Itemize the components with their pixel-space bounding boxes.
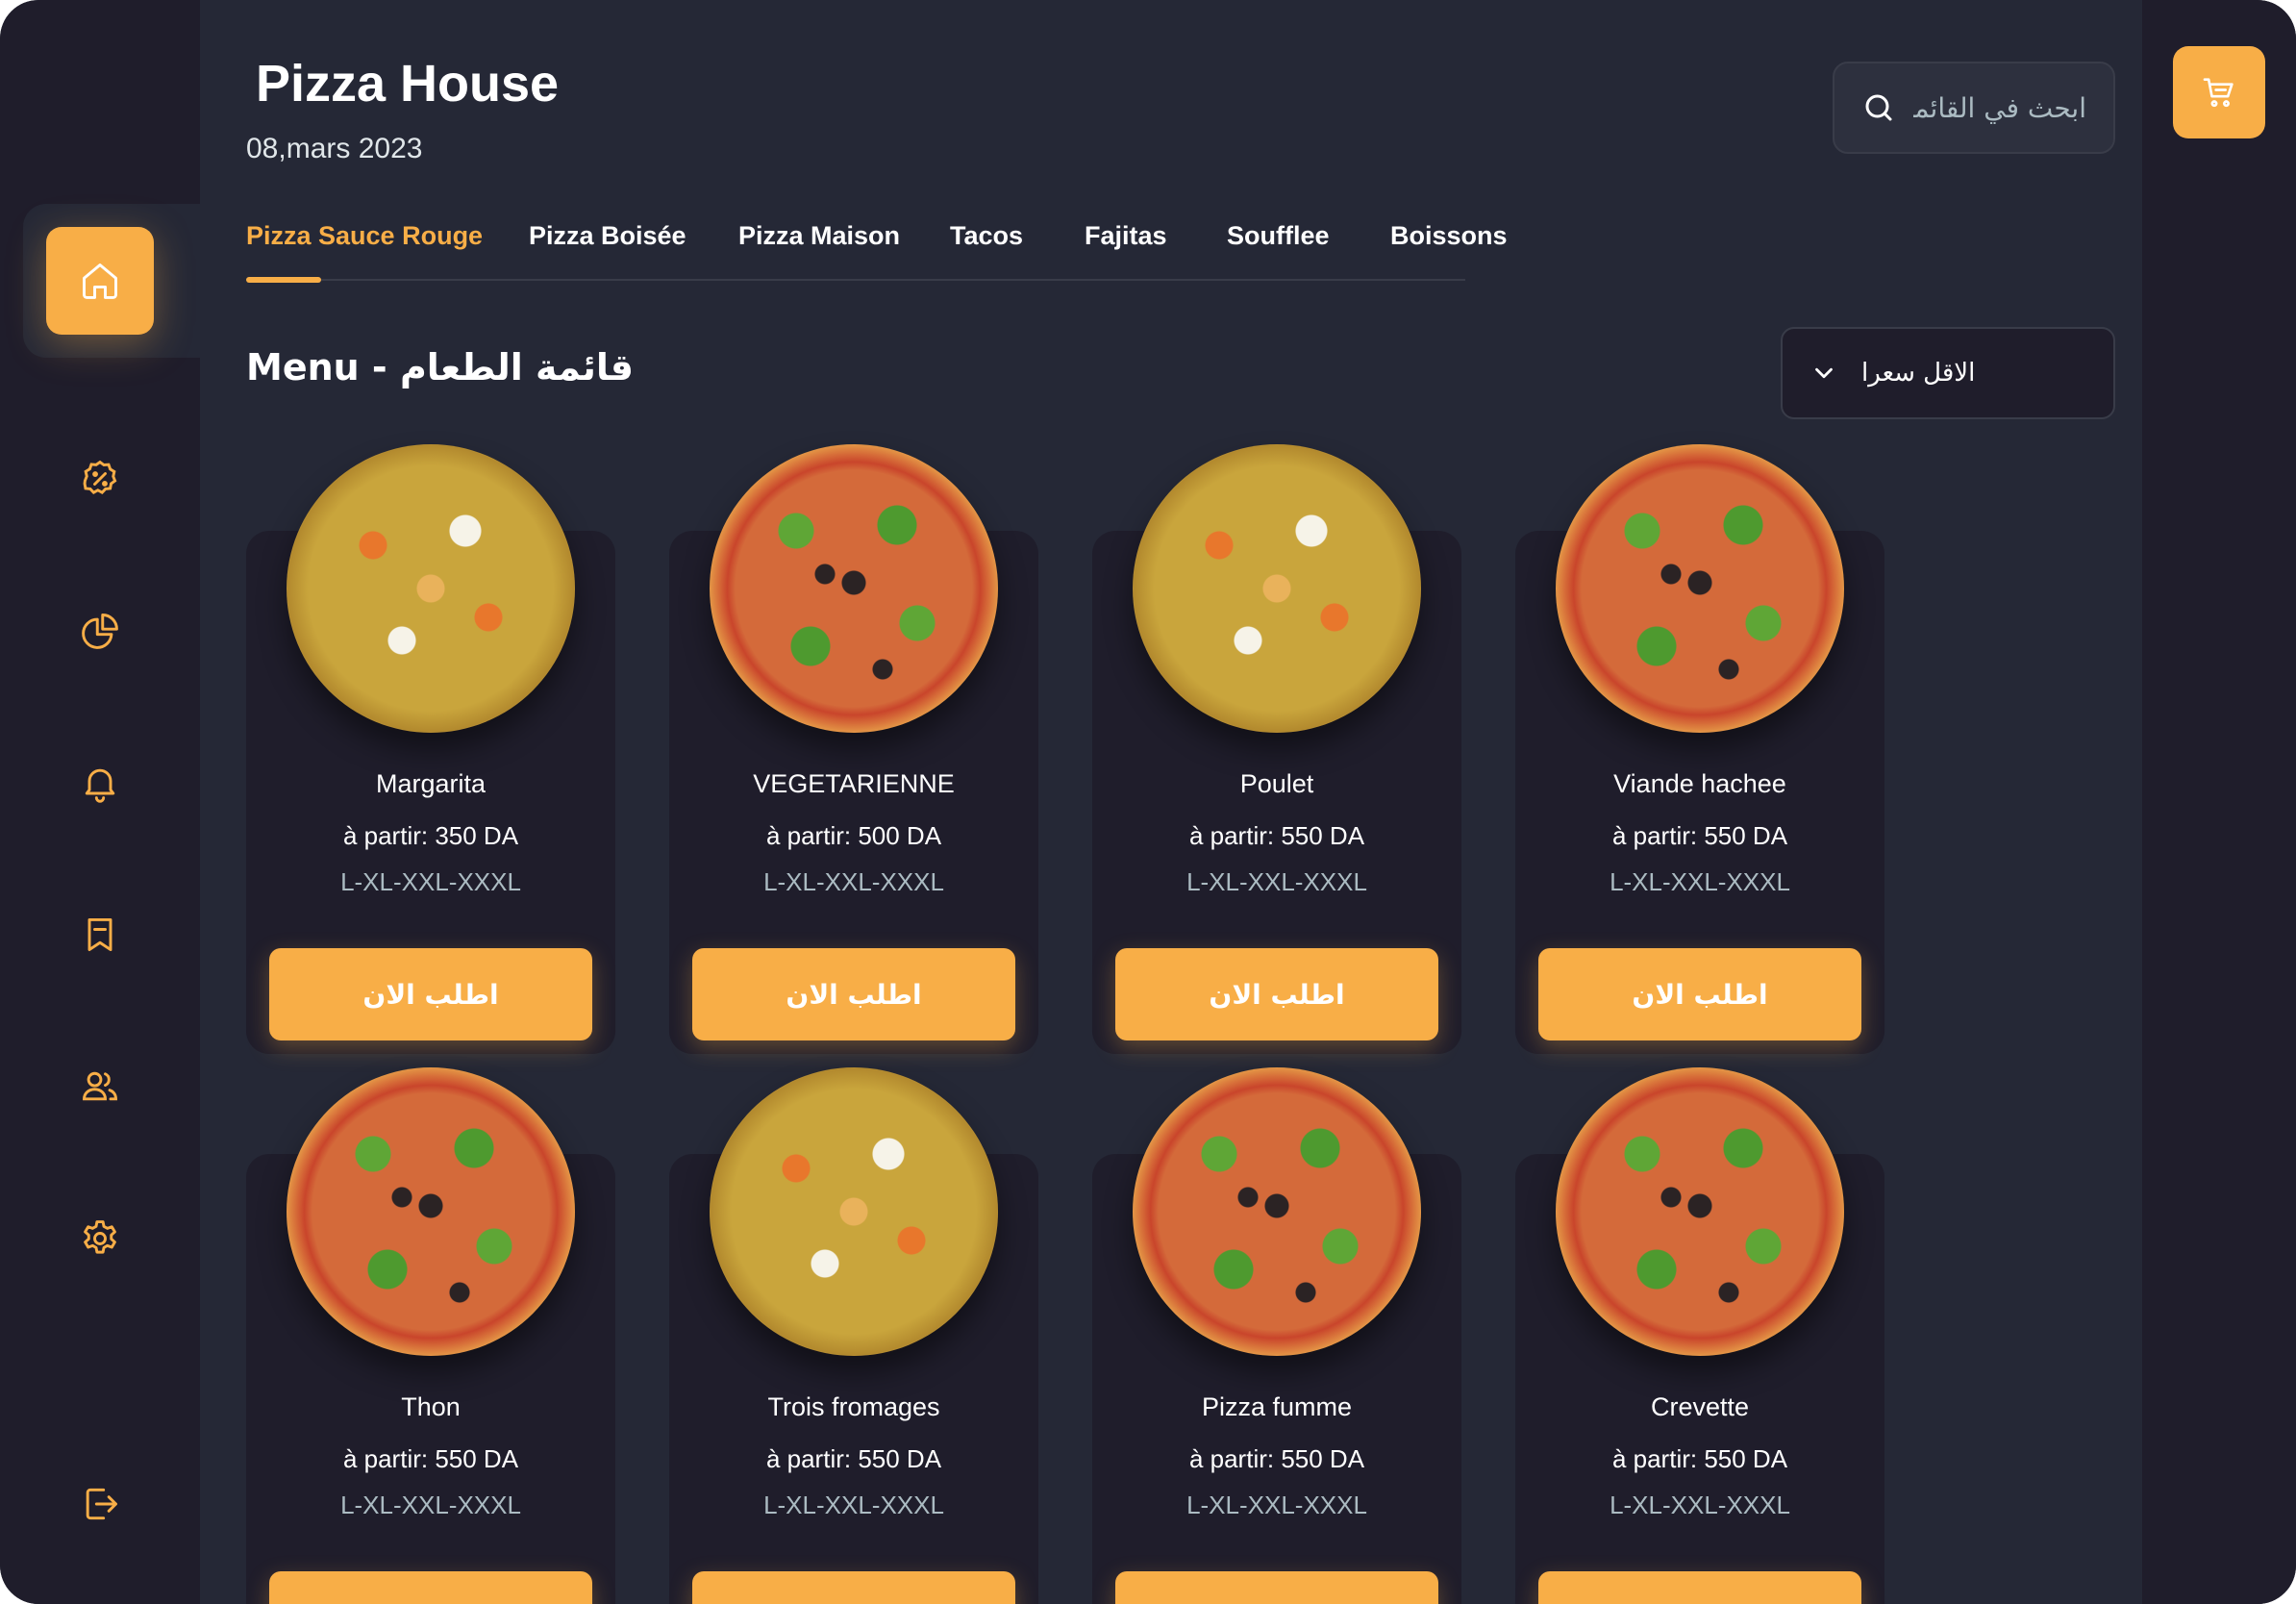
cart-icon [2203,78,2234,108]
current-date: 08,mars 2023 [246,133,423,164]
order-now-button[interactable]: اطلب الان [1538,1571,1861,1604]
sidebar-item-discount[interactable] [46,425,154,533]
sidebar-item-logout[interactable] [46,1450,154,1558]
order-now-button[interactable]: اطلب الان [1115,1571,1438,1604]
product-name: Thon [401,1392,461,1421]
page-title: Pizza House [256,55,560,113]
product-sizes: L-XL-XXL-XXXL [763,867,944,896]
app-window: Pizza House 08,mars 2023 Pizza Sauce Rou… [0,0,2296,1604]
product-name: Trois fromages [767,1392,940,1421]
product-price: à partir: 500 DA [765,821,942,850]
tab-pizza-maison[interactable]: Pizza Maison [738,221,900,251]
category-tabs: Pizza Sauce Rouge Pizza Boisée Pizza Mai… [246,217,1508,283]
sort-dropdown[interactable]: الاقل سعرا [1781,327,2115,419]
tab-soufflee[interactable]: Soufflee [1227,221,1330,251]
product-sizes: L-XL-XXL-XXXL [1610,1491,1790,1519]
product-sizes: L-XL-XXL-XXXL [763,1491,944,1519]
product-price: à partir: 550 DA [1188,821,1365,850]
product-name: Crevette [1650,1392,1750,1421]
discount-icon [83,460,117,494]
product-price: à partir: 550 DA [1611,1444,1788,1473]
product-price: à partir: 350 DA [342,821,519,850]
sidebar-item-bookmarks[interactable] [46,881,154,989]
product-sizes: L-XL-XXL-XXXL [340,867,521,896]
product-price: à partir: 550 DA [1188,1444,1365,1473]
product-price: à partir: 550 DA [342,1444,519,1473]
order-now-button[interactable]: اطلب الان [692,1571,1015,1604]
product-name: Pizza fumme [1201,1392,1353,1421]
product-sizes: L-XL-XXL-XXXL [1186,867,1367,896]
product-sizes: L-XL-XXL-XXXL [1186,1491,1367,1519]
product-sizes: L-XL-XXL-XXXL [340,1491,521,1519]
pizza-image [710,444,998,733]
active-tab-indicator [246,277,321,283]
sort-selected-value: الاقل سعرا [1861,359,1976,388]
right-panel [2142,0,2296,1604]
users-icon [83,1071,117,1101]
gear-icon [84,1220,116,1254]
order-now-button[interactable]: اطلب الان [1115,948,1438,1040]
sidebar-item-users[interactable] [46,1033,154,1140]
tab-boissons[interactable]: Boissons [1390,221,1508,251]
pizza-image [1556,1067,1844,1356]
product-name: Viande hachee [1613,769,1786,798]
product-name: Poulet [1239,769,1314,798]
home-icon [83,263,117,299]
sidebar-item-notifications[interactable] [46,729,154,837]
pizza-image [1133,1067,1421,1356]
product-price: à partir: 550 DA [765,1444,942,1473]
pizza-image [287,1067,575,1356]
tab-fajitas[interactable]: Fajitas [1085,221,1167,251]
product-sizes: L-XL-XXL-XXXL [1610,867,1790,896]
sidebar-item-settings[interactable] [46,1185,154,1292]
search-box[interactable] [1833,62,2115,154]
pizza-image [1133,444,1421,733]
product-name: Margarita [375,769,487,798]
pie-chart-icon [82,614,118,649]
tab-pizza-boisee[interactable]: Pizza Boisée [529,221,686,251]
product-name: VEGETARIENNE [753,769,955,798]
sidebar-item-home[interactable] [46,227,154,335]
logout-icon [86,1488,117,1520]
tab-pizza-sauce-rouge[interactable]: Pizza Sauce Rouge [246,221,483,251]
search-input[interactable] [1913,91,2086,124]
pizza-image [1556,444,1844,733]
tab-tacos[interactable]: Tacos [950,221,1023,251]
order-now-button[interactable]: اطلب الان [269,948,592,1040]
bell-icon [85,768,115,803]
section-title: Menu - قائمة الطعام [246,346,634,388]
order-now-button[interactable]: اطلب الان [692,948,1015,1040]
order-now-button[interactable]: اطلب الان [269,1571,592,1604]
order-now-button[interactable]: اطلب الان [1538,948,1861,1040]
bookmark-icon [87,917,112,952]
product-price: à partir: 550 DA [1611,821,1788,850]
sidebar-item-dashboard[interactable] [46,577,154,685]
pizza-image [287,444,575,733]
pizza-image [710,1067,998,1356]
chevron-down-icon [1815,367,1833,379]
cart-button[interactable] [2173,46,2265,138]
search-icon [1865,94,1892,121]
